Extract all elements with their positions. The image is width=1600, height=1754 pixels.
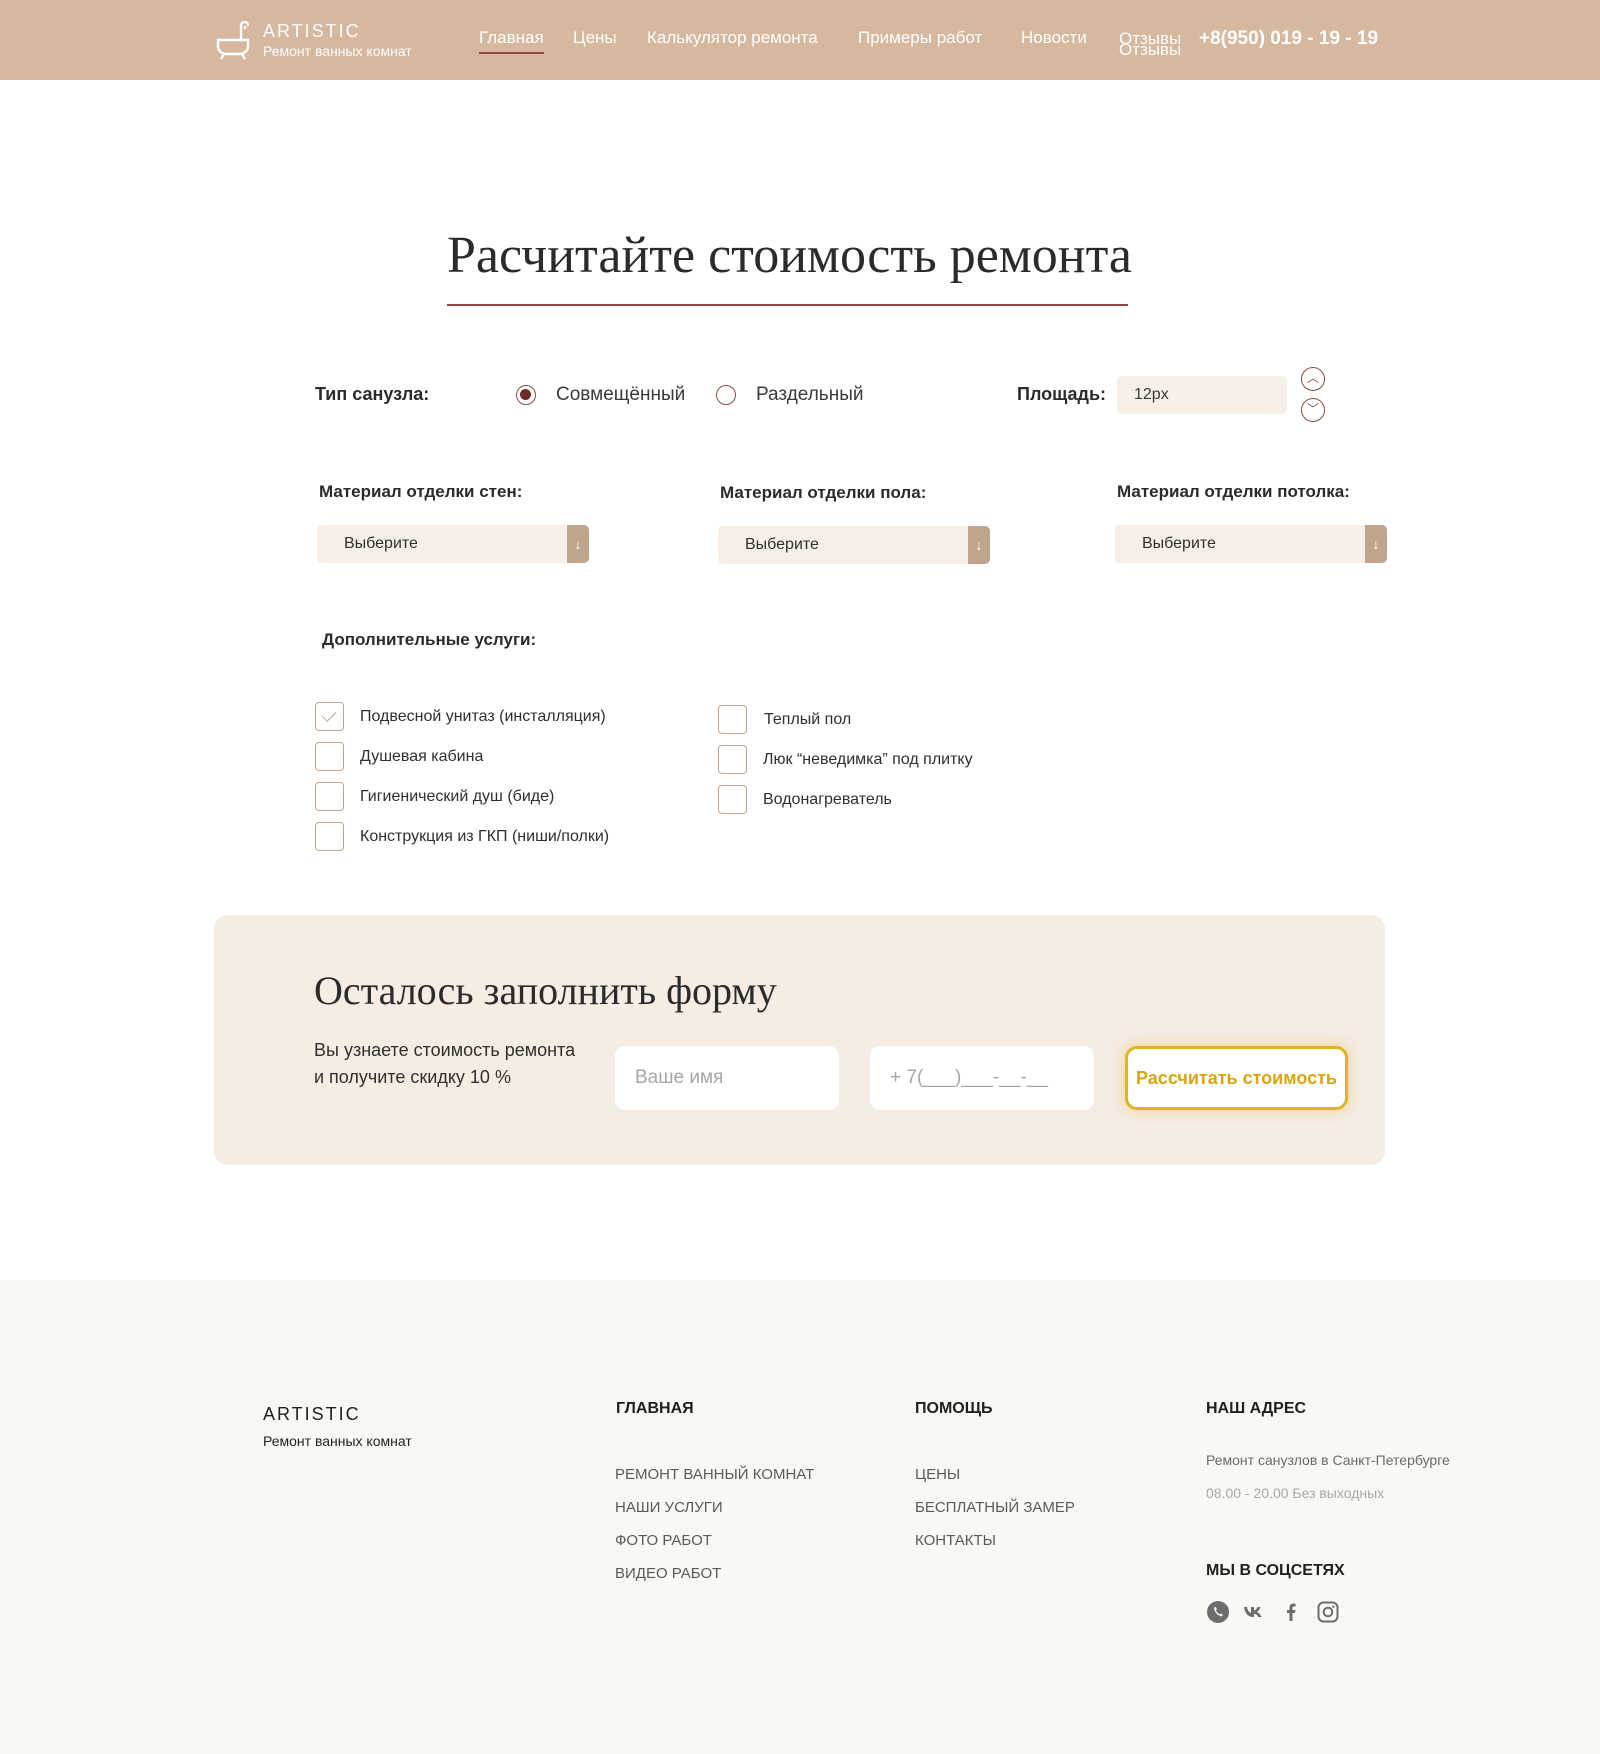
footer-link-photos[interactable]: ФОТО РАБОТ xyxy=(615,1532,712,1549)
checkbox-wall-hung-toilet-label[interactable]: Подвесной унитаз (инсталляция) xyxy=(360,708,606,726)
calculate-button[interactable]: Рассчитать стоимость xyxy=(1125,1046,1348,1110)
ceiling-select-value: Выберите xyxy=(1142,535,1216,552)
ceiling-material-label: Материал отделки потолка: xyxy=(1117,482,1350,501)
radio-combined-label[interactable]: Совмещённый xyxy=(556,384,685,406)
title-underline xyxy=(447,304,1128,306)
lead-form-title: Осталось заполнить форму xyxy=(314,968,777,1013)
walls-material-label: Материал отделки стен: xyxy=(319,482,523,501)
footer-link-videos[interactable]: ВИДЕО РАБОТ xyxy=(615,1565,721,1582)
footer-link-free-measure[interactable]: БЕСПЛАТНЫЙ ЗАМЕР xyxy=(915,1499,1075,1516)
lead-form-description-line1: Вы узнаете стоимость ремонта xyxy=(314,1040,576,1060)
chevron-down-icon: ﹀ xyxy=(1306,402,1319,416)
checkbox-drywall-construction-label[interactable]: Конструкция из ГКП (ниши/полки) xyxy=(360,828,609,846)
footer-main-title: ГЛАВНАЯ xyxy=(616,1400,694,1417)
checkbox-hidden-hatch-label[interactable]: Люк “неведимка” под плитку xyxy=(763,751,973,769)
ceiling-material-select[interactable]: Выберите ↓ xyxy=(1115,525,1387,563)
checkbox-hygienic-shower[interactable] xyxy=(315,782,344,811)
lead-form-description: Вы узнаете стоимость ремонта и получите … xyxy=(314,1037,594,1091)
lead-form: Осталось заполнить форму Вы узнаете стои… xyxy=(214,915,1385,1165)
bathtub-icon xyxy=(216,20,250,60)
checkbox-wall-hung-toilet[interactable] xyxy=(315,702,344,731)
floor-select-value: Выберите xyxy=(745,536,819,553)
phone-input[interactable] xyxy=(870,1046,1094,1110)
facebook-icon[interactable] xyxy=(1279,1600,1303,1624)
area-decrement-button[interactable]: ﹀ xyxy=(1301,398,1325,422)
checkbox-shower-cabin[interactable] xyxy=(315,742,344,771)
footer-address-text: Ремонт санузлов в Санкт-Петербурге xyxy=(1206,1452,1450,1468)
radio-combined[interactable] xyxy=(516,385,536,405)
logo-title: ARTISTIC xyxy=(263,21,361,41)
area-increment-button[interactable]: ︿ xyxy=(1301,367,1325,391)
footer-hours-text: 08.00 - 20.00 Без выходных xyxy=(1206,1485,1385,1501)
site-header: ARTISTIC Ремонт ванных комнат Главная Це… xyxy=(0,0,1600,80)
extras-label: Дополнительные услуги: xyxy=(322,630,537,649)
checkbox-hidden-hatch[interactable] xyxy=(718,745,747,774)
nav-item-news[interactable]: Новости xyxy=(1021,28,1087,48)
nav-item-calculator[interactable]: Калькулятор ремонта xyxy=(647,28,818,48)
walls-material-select[interactable]: Выберите ↓ xyxy=(317,525,589,563)
checkbox-drywall-construction[interactable] xyxy=(315,822,344,851)
radio-separate[interactable] xyxy=(716,385,736,405)
nav-item-home[interactable]: Главная xyxy=(479,28,544,54)
footer-link-contacts[interactable]: КОНТАКТЫ xyxy=(915,1532,996,1549)
site-footer: ARTISTIC Ремонт ванных комнат ГЛАВНАЯ РЕ… xyxy=(0,1280,1600,1754)
footer-address-title: НАШ АДРЕС xyxy=(1206,1400,1307,1417)
radio-separate-label[interactable]: Раздельный xyxy=(756,384,863,406)
footer-link-services[interactable]: НАШИ УСЛУГИ xyxy=(615,1499,723,1516)
floor-material-select[interactable]: Выберите ↓ xyxy=(718,526,990,564)
logo[interactable]: ARTISTIC Ремонт ванных комнат xyxy=(214,20,444,62)
calculator-title: Расчитайте стоимость ремонта xyxy=(447,227,1133,284)
nav-item-reviews-label-duplicate: Отзывы xyxy=(1119,40,1182,59)
instagram-icon[interactable] xyxy=(1316,1600,1340,1624)
name-input[interactable] xyxy=(615,1046,839,1110)
footer-logo-title[interactable]: ARTISTIC xyxy=(263,1404,361,1425)
checkbox-heated-floor[interactable] xyxy=(718,705,747,734)
walls-select-value: Выберите xyxy=(344,535,418,552)
arrow-down-icon: ↓ xyxy=(968,526,990,564)
footer-link-prices[interactable]: ЦЕНЫ xyxy=(915,1466,960,1483)
floor-material-label: Материал отделки пола: xyxy=(720,483,927,502)
area-input[interactable] xyxy=(1117,376,1287,414)
checkbox-heated-floor-label[interactable]: Теплый пол xyxy=(764,711,851,729)
footer-logo-subtitle: Ремонт ванных комнат xyxy=(263,1433,412,1449)
arrow-down-icon: ↓ xyxy=(567,525,589,563)
checkbox-hygienic-shower-label[interactable]: Гигиенический душ (биде) xyxy=(360,788,554,806)
nav-item-prices[interactable]: Цены xyxy=(573,28,617,48)
footer-help-title: ПОМОЩЬ xyxy=(915,1400,993,1417)
nav-item-portfolio[interactable]: Примеры работ xyxy=(858,28,982,48)
chevron-up-icon: ︿ xyxy=(1306,371,1319,385)
vk-icon[interactable] xyxy=(1242,1600,1266,1624)
lead-form-description-line2: и получите скидку 10 % xyxy=(314,1067,511,1087)
nav-item-reviews[interactable]: Отзывы Отзывы xyxy=(1119,30,1182,59)
header-phone[interactable]: +8(950) 019 - 19 - 19 xyxy=(1199,28,1378,50)
footer-social-title: МЫ В СОЦСЕТЯХ xyxy=(1206,1562,1345,1579)
bathroom-type-label: Тип санузла: xyxy=(315,384,430,404)
whatsapp-icon[interactable] xyxy=(1206,1600,1230,1624)
arrow-down-icon: ↓ xyxy=(1365,525,1387,563)
logo-subtitle: Ремонт ванных комнат xyxy=(263,43,412,59)
checkbox-water-heater[interactable] xyxy=(718,785,747,814)
footer-link-bathroom-repair[interactable]: РЕМОНТ ВАННЫЙ КОМНАТ xyxy=(615,1466,814,1483)
area-label: Площадь: xyxy=(1017,384,1107,404)
checkbox-shower-cabin-label[interactable]: Душевая кабина xyxy=(360,748,483,766)
checkbox-water-heater-label[interactable]: Водонагреватель xyxy=(763,791,892,809)
